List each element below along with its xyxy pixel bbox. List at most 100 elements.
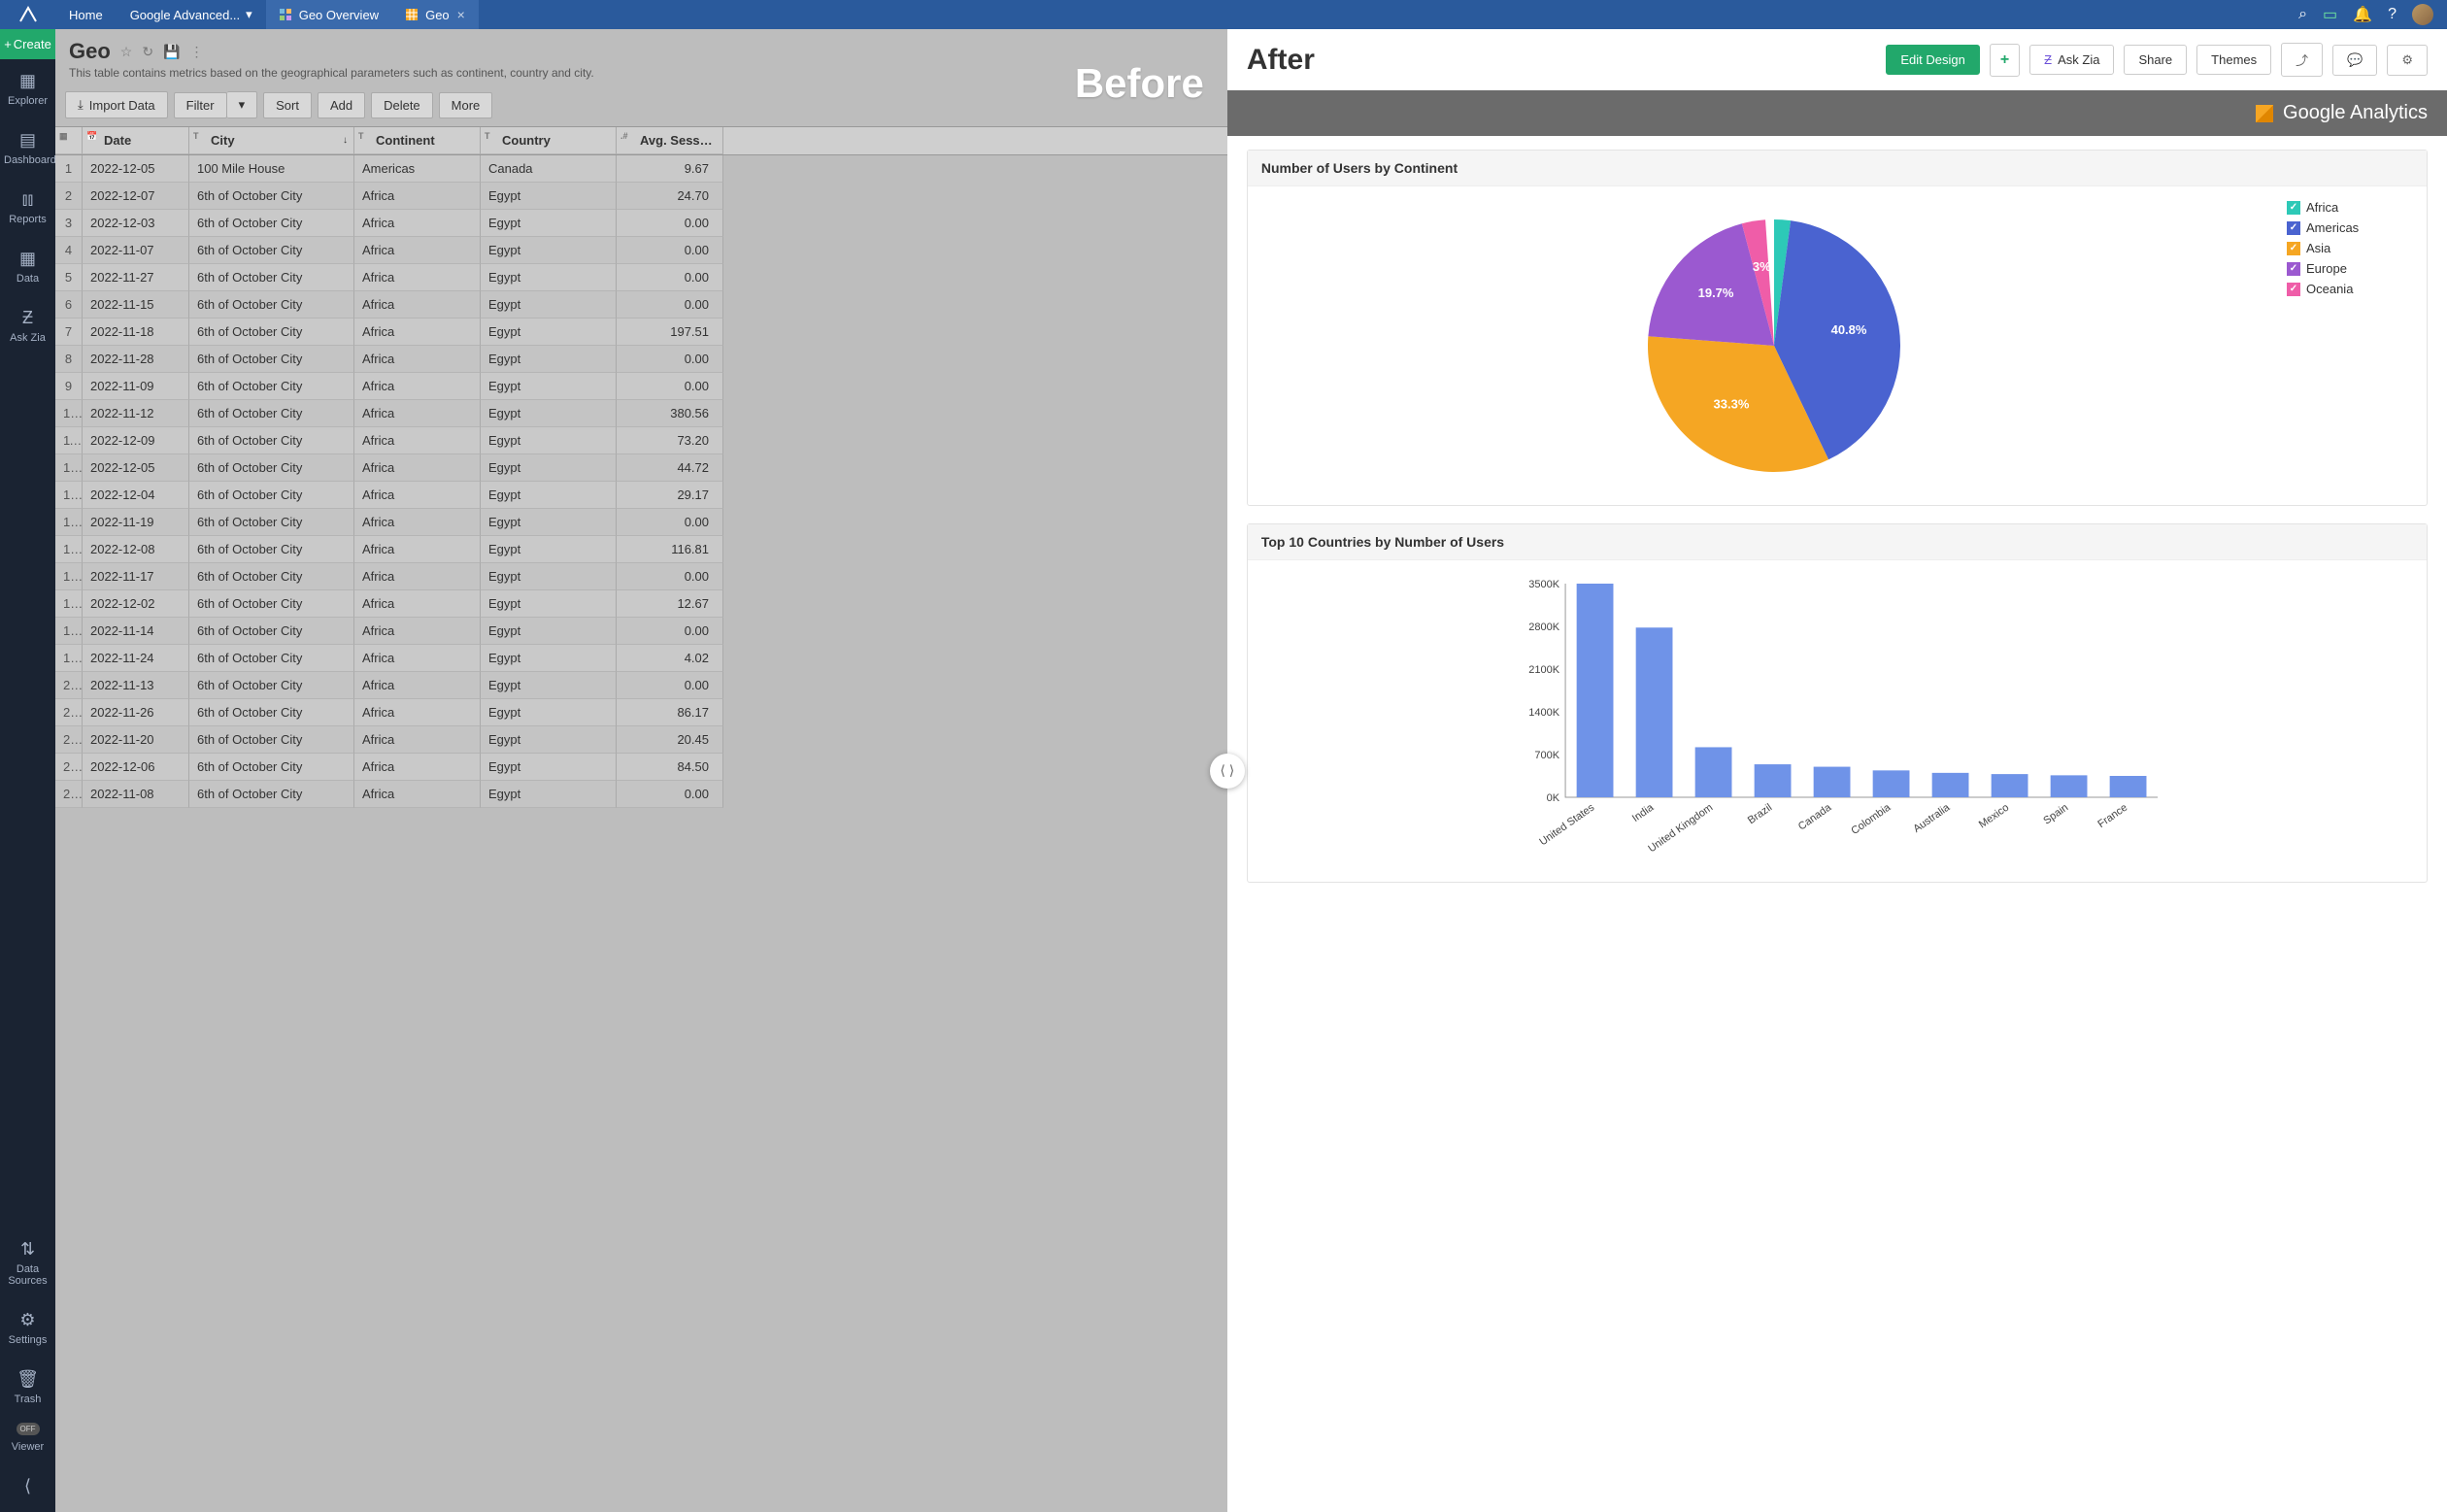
cell-continent[interactable]: Africa	[354, 346, 481, 373]
cell-avg[interactable]: 0.00	[617, 563, 723, 590]
legend-item[interactable]: ✓Africa	[2287, 200, 2413, 215]
cell-city[interactable]: 6th of October City	[189, 618, 354, 645]
table-row[interactable]: 15 2022-12-08 6th of October City Africa…	[55, 536, 1227, 563]
table-row[interactable]: 23 2022-12-06 6th of October City Africa…	[55, 754, 1227, 781]
table-row[interactable]: 1 2022-12-05 100 Mile House Americas Can…	[55, 155, 1227, 183]
cell-avg[interactable]: 0.00	[617, 618, 723, 645]
nav-settings[interactable]: ⚙Settings	[0, 1298, 55, 1358]
delete-button[interactable]: Delete	[371, 92, 433, 118]
cell-city[interactable]: 6th of October City	[189, 427, 354, 454]
cell-avg[interactable]: 197.51	[617, 319, 723, 346]
table-row[interactable]: 5 2022-11-27 6th of October City Africa …	[55, 264, 1227, 291]
table-row[interactable]: 8 2022-11-28 6th of October City Africa …	[55, 346, 1227, 373]
cell-continent[interactable]: Africa	[354, 645, 481, 672]
cell-date[interactable]: 2022-11-18	[83, 319, 189, 346]
search-icon[interactable]: ⌕	[2298, 6, 2307, 23]
cell-avg[interactable]: 20.45	[617, 726, 723, 754]
nav-ask-zia[interactable]: ƵAsk Zia	[0, 296, 55, 355]
cell-country[interactable]: Egypt	[481, 291, 617, 319]
table-row[interactable]: 11 2022-12-09 6th of October City Africa…	[55, 427, 1227, 454]
cell-city[interactable]: 6th of October City	[189, 183, 354, 210]
cell-country[interactable]: Egypt	[481, 781, 617, 808]
cell-country[interactable]: Egypt	[481, 427, 617, 454]
themes-button[interactable]: Themes	[2196, 45, 2271, 75]
cell-continent[interactable]: Africa	[354, 237, 481, 264]
bell-icon[interactable]: 🔔	[2353, 5, 2372, 24]
edit-design-button[interactable]: Edit Design	[1886, 45, 1979, 75]
cell-date[interactable]: 2022-11-17	[83, 563, 189, 590]
table-row[interactable]: 24 2022-11-08 6th of October City Africa…	[55, 781, 1227, 808]
cell-continent[interactable]: Africa	[354, 781, 481, 808]
cell-continent[interactable]: Africa	[354, 264, 481, 291]
cell-avg[interactable]: 4.02	[617, 645, 723, 672]
bar-australia[interactable]	[1932, 773, 1969, 797]
cell-date[interactable]: 2022-12-07	[83, 183, 189, 210]
cell-continent[interactable]: Africa	[354, 536, 481, 563]
cell-country[interactable]: Egypt	[481, 699, 617, 726]
nav-trash[interactable]: 🗑Trash	[0, 1358, 55, 1417]
app-logo[interactable]	[0, 0, 55, 29]
tab-close-icon[interactable]: ×	[457, 7, 465, 22]
cell-continent[interactable]: Africa	[354, 183, 481, 210]
tab-geo[interactable]: Geo ×	[392, 0, 479, 29]
col-avg-session[interactable]: .#Avg. Session Dura	[617, 127, 723, 154]
cell-continent[interactable]: Africa	[354, 291, 481, 319]
cell-city[interactable]: 6th of October City	[189, 210, 354, 237]
cell-avg[interactable]: 0.00	[617, 373, 723, 400]
cell-country[interactable]: Egypt	[481, 563, 617, 590]
cell-city[interactable]: 6th of October City	[189, 373, 354, 400]
more-icon[interactable]: ⋮	[190, 44, 204, 60]
tab-geo-overview[interactable]: Geo Overview	[266, 0, 392, 29]
cell-avg[interactable]: 0.00	[617, 509, 723, 536]
filter-dropdown[interactable]: ▾	[227, 91, 258, 118]
nav-data[interactable]: ▦Data	[0, 237, 55, 296]
cell-date[interactable]: 2022-12-05	[83, 155, 189, 183]
cell-date[interactable]: 2022-11-12	[83, 400, 189, 427]
table-row[interactable]: 22 2022-11-20 6th of October City Africa…	[55, 726, 1227, 754]
cell-city[interactable]: 6th of October City	[189, 563, 354, 590]
table-row[interactable]: 6 2022-11-15 6th of October City Africa …	[55, 291, 1227, 319]
help-icon[interactable]: ?	[2388, 6, 2397, 23]
pie-chart[interactable]: 40.8%33.3%19.7%3%	[1599, 200, 1949, 491]
cell-country[interactable]: Egypt	[481, 264, 617, 291]
legend-item[interactable]: ✓Asia	[2287, 241, 2413, 255]
cell-date[interactable]: 2022-11-28	[83, 346, 189, 373]
col-rownum[interactable]: ▦	[55, 127, 83, 154]
cell-avg[interactable]: 0.00	[617, 346, 723, 373]
sort-button[interactable]: Sort	[263, 92, 312, 118]
nav-dashboards[interactable]: ▤Dashboards	[0, 118, 55, 178]
cell-country[interactable]: Egypt	[481, 672, 617, 699]
col-country[interactable]: TCountry	[481, 127, 617, 154]
crumb-workspace[interactable]: Google Advanced...▾	[117, 0, 266, 29]
col-city[interactable]: TCity↓	[189, 127, 354, 154]
export-button[interactable]: ⤴	[2281, 43, 2323, 77]
cell-continent[interactable]: Africa	[354, 400, 481, 427]
cell-date[interactable]: 2022-11-27	[83, 264, 189, 291]
add-chart-button[interactable]: +	[1990, 44, 2020, 77]
table-row[interactable]: 20 2022-11-13 6th of October City Africa…	[55, 672, 1227, 699]
cell-city[interactable]: 6th of October City	[189, 400, 354, 427]
cell-country[interactable]: Egypt	[481, 645, 617, 672]
cell-continent[interactable]: Africa	[354, 454, 481, 482]
cell-continent[interactable]: Africa	[354, 373, 481, 400]
ask-zia-button[interactable]: ƵAsk Zia	[2029, 45, 2114, 75]
cell-continent[interactable]: Africa	[354, 509, 481, 536]
viewer-toggle[interactable]: OFF	[17, 1423, 40, 1435]
cell-continent[interactable]: Africa	[354, 618, 481, 645]
save-icon[interactable]: 💾	[163, 44, 180, 60]
cell-country[interactable]: Egypt	[481, 319, 617, 346]
more-button[interactable]: More	[439, 92, 493, 118]
cell-city[interactable]: 6th of October City	[189, 264, 354, 291]
bar-united-states[interactable]	[1577, 584, 1614, 797]
legend-item[interactable]: ✓Americas	[2287, 220, 2413, 235]
cell-city[interactable]: 6th of October City	[189, 291, 354, 319]
cell-date[interactable]: 2022-11-15	[83, 291, 189, 319]
cell-city[interactable]: 6th of October City	[189, 672, 354, 699]
bar-canada[interactable]	[1814, 767, 1851, 797]
cell-country[interactable]: Egypt	[481, 346, 617, 373]
cell-date[interactable]: 2022-12-03	[83, 210, 189, 237]
cell-date[interactable]: 2022-11-26	[83, 699, 189, 726]
cell-continent[interactable]: Africa	[354, 563, 481, 590]
user-avatar[interactable]	[2412, 4, 2433, 25]
cell-city[interactable]: 6th of October City	[189, 754, 354, 781]
